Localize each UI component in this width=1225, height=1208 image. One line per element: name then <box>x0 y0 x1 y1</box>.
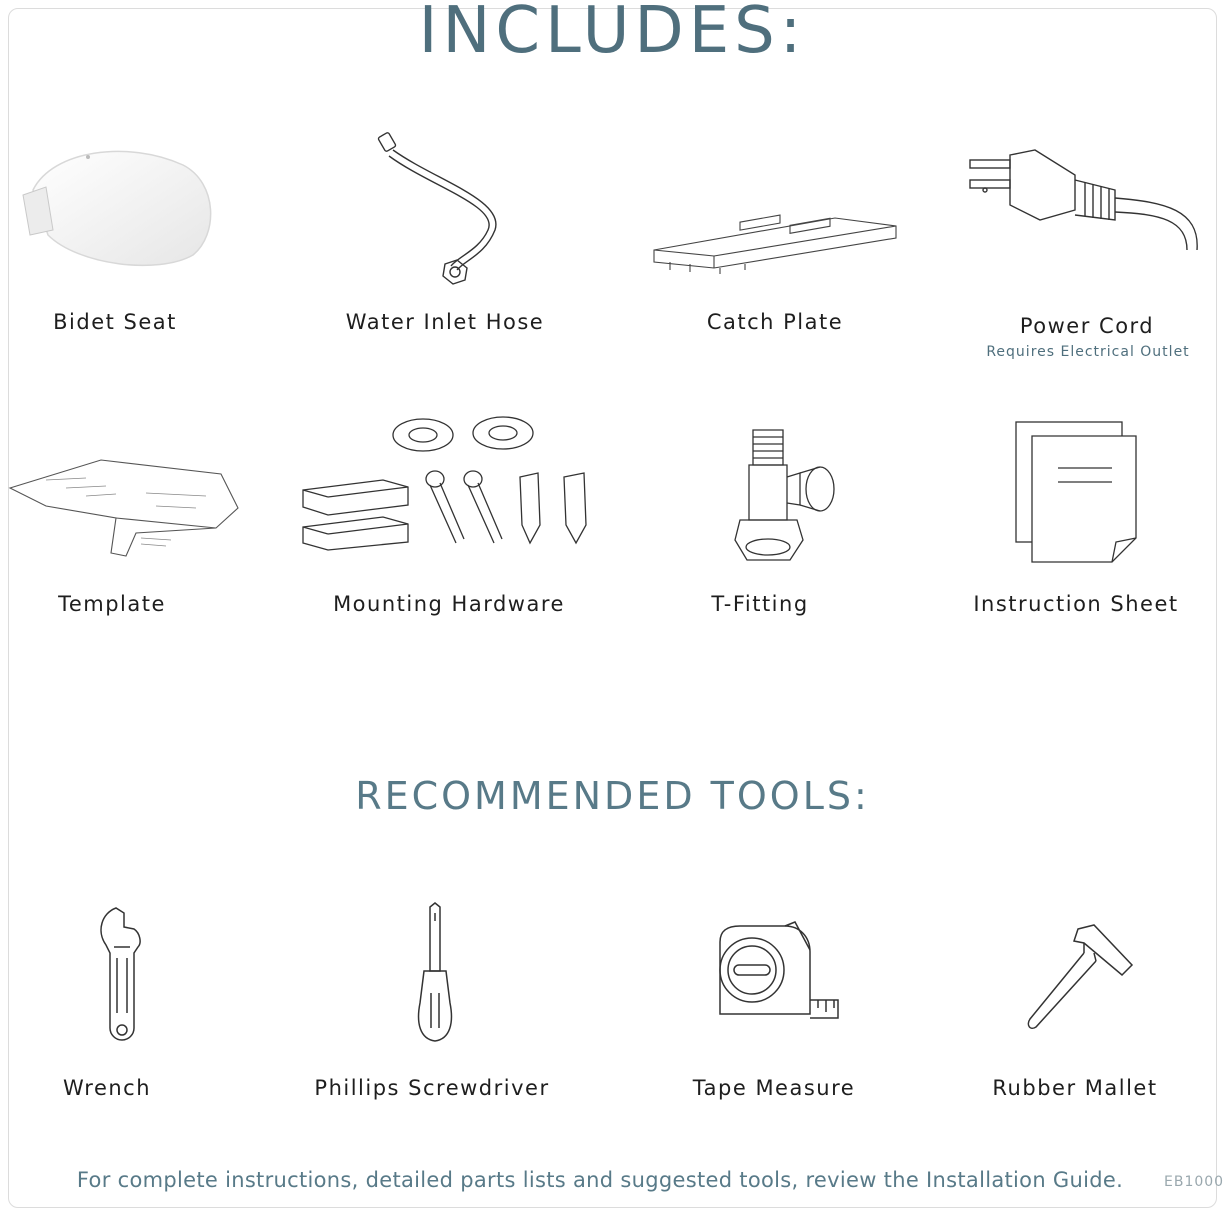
product-code: EB1000 <box>1164 1174 1225 1190</box>
instruction-sheet-icon <box>1015 421 1137 563</box>
power-cord-label: Power Cord <box>1019 314 1155 338</box>
tools-title: RECOMMENDED TOOLS: <box>355 774 870 818</box>
mallet-icon <box>1027 924 1134 1030</box>
screwdriver-icon <box>417 902 453 1042</box>
hose-icon <box>377 132 497 285</box>
instruction-sheet-label: Instruction Sheet <box>973 592 1179 616</box>
t-fitting-label: T-Fitting <box>711 592 809 616</box>
power-cord-sublabel: Requires Electrical Outlet <box>986 344 1190 360</box>
t-fitting-icon <box>734 429 835 561</box>
catch-plate-icon <box>653 214 897 274</box>
tape-measure-label: Tape Measure <box>692 1076 856 1100</box>
wrench-icon <box>100 907 141 1041</box>
template-label: Template <box>58 592 166 616</box>
mounting-hardware-icon <box>302 416 587 551</box>
catch-plate-label: Catch Plate <box>706 310 844 334</box>
template-icon <box>8 459 239 557</box>
mounting-hardware-label: Mounting Hardware <box>333 592 565 616</box>
includes-title: INCLUDES: <box>418 0 807 68</box>
bidet-seat-label: Bidet Seat <box>53 310 177 334</box>
wrench-label: Wrench <box>62 1076 152 1100</box>
hose-label: Water Inlet Hose <box>345 310 545 334</box>
tape-measure-icon <box>719 921 839 1019</box>
power-cord-icon <box>969 149 1198 251</box>
rubber-mallet-label: Rubber Mallet <box>992 1076 1158 1100</box>
bidet-seat-icon <box>22 150 212 267</box>
screwdriver-label: Phillips Screwdriver <box>314 1076 550 1100</box>
installation-guide-note: For complete instructions, detailed part… <box>76 1168 1124 1192</box>
